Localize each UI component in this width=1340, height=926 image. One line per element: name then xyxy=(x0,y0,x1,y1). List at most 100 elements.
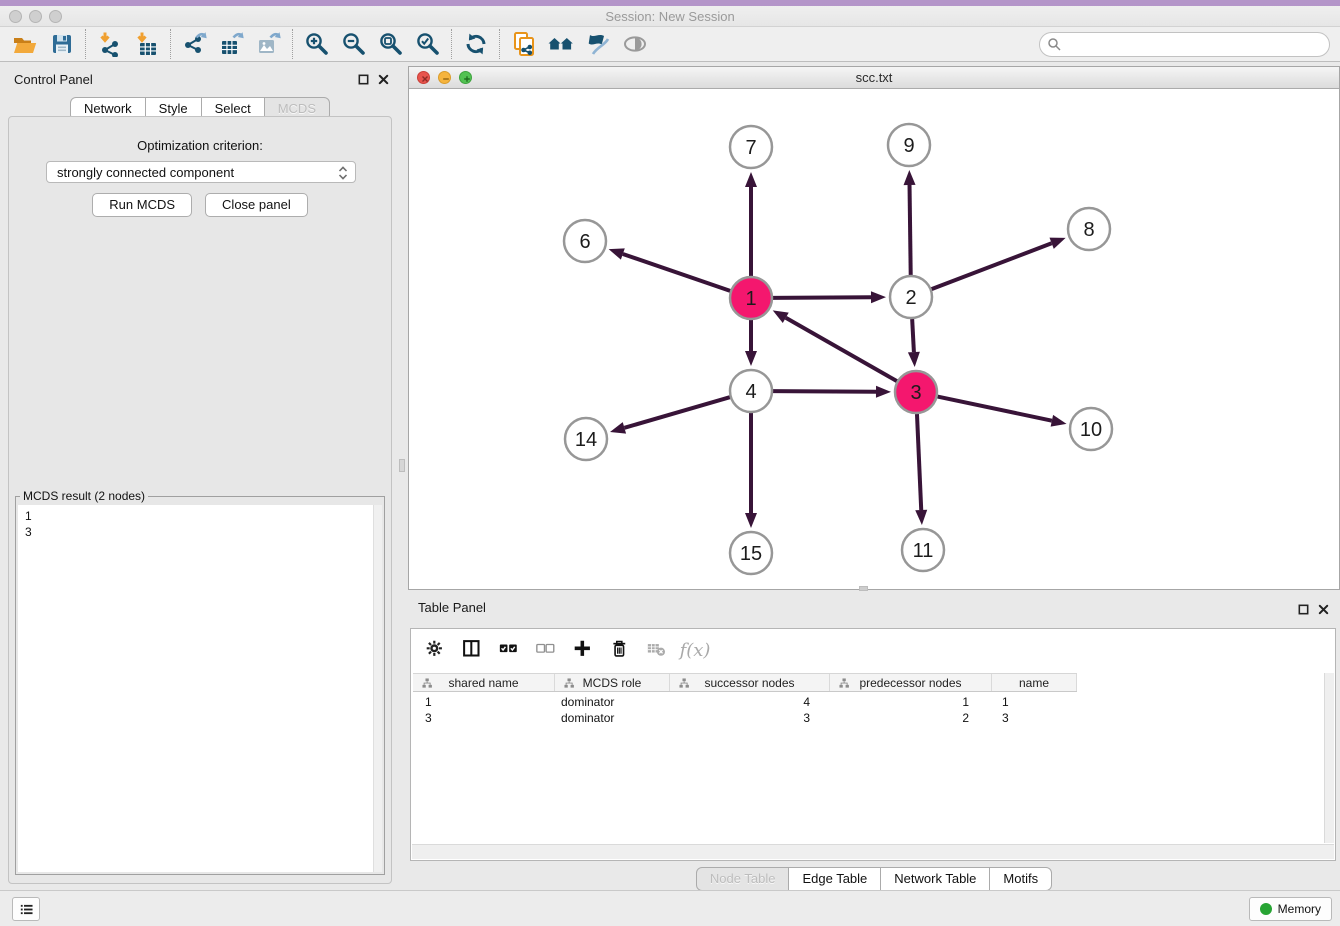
edge-3-11[interactable] xyxy=(915,414,927,525)
network-window-titlebar[interactable]: scc.txt xyxy=(409,67,1339,89)
edge-2-8[interactable] xyxy=(932,238,1066,289)
open-session-button[interactable] xyxy=(6,29,43,59)
edge-4-3[interactable] xyxy=(773,386,891,398)
node-4[interactable]: 4 xyxy=(730,370,772,412)
node-6[interactable]: 6 xyxy=(564,220,606,262)
table-cell: dominator xyxy=(555,710,670,726)
dropdown-stepper-icon xyxy=(336,165,350,181)
table-cell: 2 xyxy=(830,710,992,726)
edge-1-4[interactable] xyxy=(745,320,757,366)
close-panel-icon[interactable] xyxy=(377,73,390,86)
node-10[interactable]: 10 xyxy=(1070,408,1112,450)
node-9[interactable]: 9 xyxy=(888,124,930,166)
show-hide-graphics-button[interactable] xyxy=(616,29,653,59)
table-rows: 1dominator4113dominator323 xyxy=(413,694,1077,726)
tab-node-table[interactable]: Node Table xyxy=(696,867,790,891)
refresh-button[interactable] xyxy=(457,29,494,59)
network-canvas[interactable]: 7 9 6 8 1 2 4 3 14 10 15 11 xyxy=(409,89,1339,589)
tree-sort-icon xyxy=(422,678,433,689)
apply-style-icon xyxy=(585,31,611,57)
close-table-panel-icon[interactable] xyxy=(1317,603,1330,616)
table-cell: 1 xyxy=(992,694,1077,710)
home-button[interactable] xyxy=(542,29,579,59)
node-1[interactable]: 1 xyxy=(730,277,772,319)
svg-text:15: 15 xyxy=(740,543,762,565)
import-table-button[interactable] xyxy=(128,29,165,59)
column-view-button[interactable] xyxy=(456,634,490,666)
export-table-button[interactable] xyxy=(213,29,250,59)
svg-text:1: 1 xyxy=(745,288,756,310)
zoom-out-button[interactable] xyxy=(335,29,372,59)
svg-text:8: 8 xyxy=(1083,219,1094,241)
window-titlebar: Session: New Session xyxy=(0,6,1340,27)
zoom-in-button[interactable] xyxy=(298,29,335,59)
column-header-shared-name[interactable]: shared name xyxy=(413,674,555,691)
zoom-fit-button[interactable] xyxy=(372,29,409,59)
control-panel-title: Control Panel xyxy=(14,72,93,87)
node-11[interactable]: 11 xyxy=(902,529,944,571)
table-row[interactable]: 3dominator323 xyxy=(413,710,1077,726)
table-horizontal-scrollbar[interactable] xyxy=(412,844,1334,859)
node-3[interactable]: 3 xyxy=(895,371,937,413)
node-15[interactable]: 15 xyxy=(730,532,772,574)
table-toolbar: f(x) xyxy=(419,629,712,671)
column-header-predecessor-nodes[interactable]: predecessor nodes xyxy=(830,674,992,691)
tab-edge-table[interactable]: Edge Table xyxy=(788,867,881,891)
edge-2-9[interactable] xyxy=(904,170,916,275)
column-header-successor-nodes[interactable]: successor nodes xyxy=(670,674,830,691)
edge-4-14[interactable] xyxy=(610,397,730,433)
settings-button[interactable] xyxy=(419,634,453,666)
search-field[interactable] xyxy=(1039,32,1330,57)
window-title: Session: New Session xyxy=(0,9,1340,24)
tab-network-table[interactable]: Network Table xyxy=(880,867,990,891)
edge-3-1[interactable] xyxy=(773,310,897,381)
apply-style-button[interactable] xyxy=(579,29,616,59)
deselect-columns-button[interactable] xyxy=(530,634,564,666)
table-tabs: Node TableEdge TableNetwork TableMotifs xyxy=(408,867,1340,891)
memory-button[interactable]: Memory xyxy=(1249,897,1332,921)
node-8[interactable]: 8 xyxy=(1068,208,1110,250)
node-table: f(x) shared nameMCDS rolesuccessor nodes… xyxy=(410,628,1336,861)
deselect-columns-icon xyxy=(536,639,558,661)
edge-3-10[interactable] xyxy=(938,397,1067,427)
zoom-selected-button[interactable] xyxy=(409,29,446,59)
table-cell: 3 xyxy=(992,710,1077,726)
mcds-result-scrollbar[interactable] xyxy=(373,505,382,872)
export-network-button[interactable] xyxy=(176,29,213,59)
edge-1-2[interactable] xyxy=(773,291,886,303)
app-window: Session: New Session Control Panel Netwo… xyxy=(0,0,1340,926)
select-columns-button[interactable] xyxy=(493,634,527,666)
edge-2-3[interactable] xyxy=(908,319,920,367)
splitter-grip[interactable] xyxy=(399,459,405,472)
node-7[interactable]: 7 xyxy=(730,126,772,168)
export-image-button[interactable] xyxy=(250,29,287,59)
delete-column-button[interactable] xyxy=(604,634,638,666)
add-column-button[interactable] xyxy=(567,634,601,666)
run-mcds-button[interactable]: Run MCDS xyxy=(92,193,192,217)
edge-1-7[interactable] xyxy=(745,172,757,276)
column-header-MCDS-role[interactable]: MCDS role xyxy=(555,674,670,691)
edge-4-15[interactable] xyxy=(745,413,757,528)
table-row[interactable]: 1dominator411 xyxy=(413,694,1077,710)
tab-motifs[interactable]: Motifs xyxy=(989,867,1052,891)
optimization-criterion-dropdown[interactable]: strongly connected component xyxy=(46,161,356,183)
search-input[interactable] xyxy=(1062,35,1329,55)
import-network-button[interactable] xyxy=(91,29,128,59)
column-header-name[interactable]: name xyxy=(992,674,1077,691)
close-panel-button[interactable]: Close panel xyxy=(205,193,308,217)
node-14[interactable]: 14 xyxy=(565,418,607,460)
save-session-button[interactable] xyxy=(43,29,80,59)
table-vertical-scrollbar[interactable] xyxy=(1324,673,1334,843)
mcds-result-textarea[interactable]: 13 xyxy=(18,505,382,872)
float-table-panel-icon[interactable] xyxy=(1297,603,1310,616)
network-resize-grip[interactable] xyxy=(859,586,868,591)
duplicate-network-button[interactable] xyxy=(505,29,542,59)
node-2[interactable]: 2 xyxy=(890,276,932,318)
task-history-button[interactable] xyxy=(12,897,40,921)
float-panel-icon[interactable] xyxy=(357,73,370,86)
tree-sort-icon xyxy=(679,678,690,689)
svg-text:10: 10 xyxy=(1080,419,1102,441)
edge-1-6[interactable] xyxy=(609,248,731,291)
delete-column-icon xyxy=(610,639,632,661)
mcds-result-title: MCDS result (2 nodes) xyxy=(20,489,148,503)
